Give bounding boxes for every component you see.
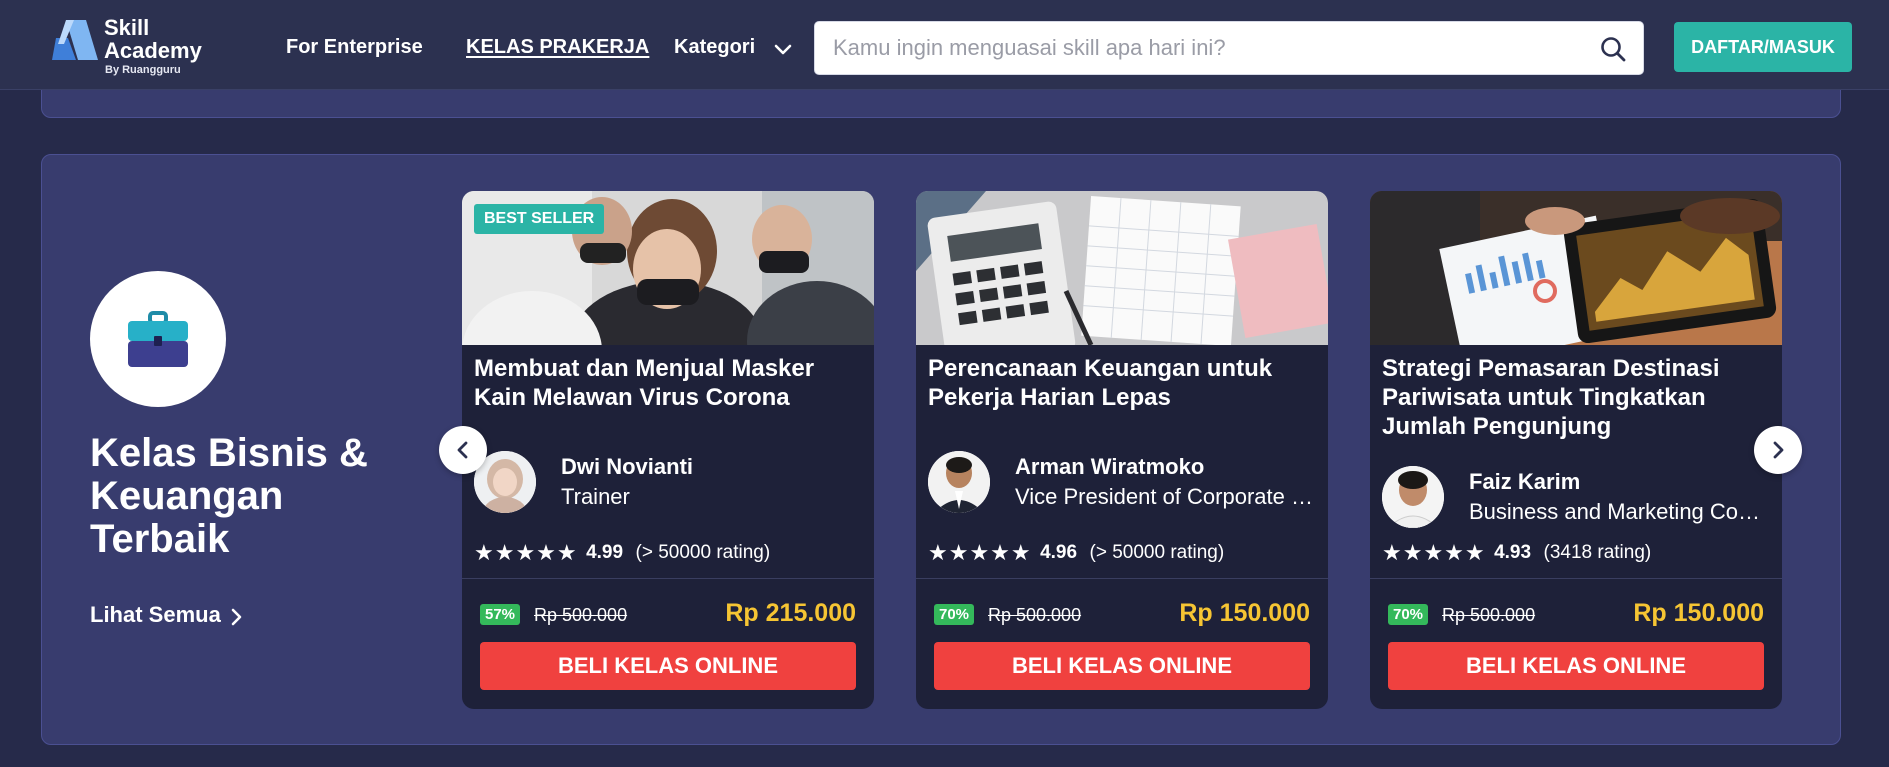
course-card[interactable]: Perencanaan Keuangan untuk Pekerja Haria…: [916, 191, 1328, 709]
top-navbar: Skill Academy By Ruangguru For Enterpris…: [0, 0, 1889, 90]
carousel-next-button[interactable]: [1754, 426, 1802, 474]
trainer-role: Business and Marketing Consultant: [1469, 499, 1771, 524]
rating-row: ★★★★★ 4.93 (3418 rating): [1382, 540, 1774, 566]
discounted-price: Rp 215.000: [725, 599, 856, 627]
register-login-button[interactable]: DAFTAR/MASUK: [1674, 22, 1852, 72]
rating-score: 4.99: [586, 542, 624, 563]
card-divider: [916, 578, 1328, 579]
trainer-avatar: [1382, 466, 1444, 528]
rating-row: ★★★★★ 4.99 (> 50000 rating): [474, 540, 866, 566]
carousel-prev-button[interactable]: [439, 426, 487, 474]
buy-course-button[interactable]: BELI KELAS ONLINE: [1388, 642, 1764, 690]
course-thumbnail-marketing: [1370, 191, 1782, 345]
original-price: Rp 500.000: [534, 605, 628, 625]
chevron-down-icon[interactable]: [772, 38, 794, 60]
discount-badge: 70%: [1388, 604, 1429, 625]
skill-academy-logo[interactable]: Skill Academy By Ruangguru: [52, 16, 217, 80]
discount-badge: 57%: [480, 604, 521, 625]
best-seller-badge: BEST SELLER: [474, 204, 605, 234]
course-thumbnail-calculator: [916, 191, 1328, 345]
rating-stars-icon: ★★★★★: [474, 540, 578, 565]
logo-line-academy: Academy: [104, 38, 202, 63]
rating-count: (> 50000 rating): [1089, 542, 1225, 563]
course-title[interactable]: Strategi Pemasaran Destinasi Pariwisata …: [1382, 354, 1774, 441]
trainer-name: Faiz Karim: [1469, 469, 1581, 494]
original-price: Rp 500.000: [988, 605, 1082, 625]
nav-kategori[interactable]: Kategori: [674, 36, 755, 59]
card-divider: [1370, 578, 1782, 579]
chevron-right-icon: [1773, 441, 1784, 459]
original-price: Rp 500.000: [1442, 605, 1536, 625]
logo-subtitle: By Ruangguru: [105, 64, 181, 76]
chevron-left-icon: [457, 441, 468, 459]
card-divider: [462, 578, 874, 579]
search-input[interactable]: [833, 22, 1593, 74]
discounted-price: Rp 150.000: [1179, 599, 1310, 627]
course-card[interactable]: BEST SELLER Membuat dan Menjual Masker K…: [462, 191, 874, 709]
nav-kelas-prakerja[interactable]: KELAS PRAKERJA: [466, 36, 649, 59]
course-title[interactable]: Perencanaan Keuangan untuk Pekerja Haria…: [928, 354, 1320, 412]
rating-row: ★★★★★ 4.96 (> 50000 rating): [928, 540, 1320, 566]
chevron-right-icon[interactable]: [227, 605, 247, 629]
buy-course-button[interactable]: BELI KELAS ONLINE: [934, 642, 1310, 690]
trainer-name: Arman Wiratmoko: [1015, 454, 1205, 479]
search-icon[interactable]: [1599, 35, 1627, 63]
briefcase-icon: [128, 311, 188, 367]
search-bar: [814, 21, 1644, 75]
logo-mark-icon: [52, 20, 98, 60]
logo-wordmark: Skill Academy: [104, 16, 202, 62]
rating-score: 4.93: [1494, 542, 1532, 563]
logo-line-skill: Skill: [104, 15, 150, 40]
buy-course-button[interactable]: BELI KELAS ONLINE: [480, 642, 856, 690]
rating-count: (> 50000 rating): [635, 542, 771, 563]
trainer-avatar: [928, 451, 990, 513]
discounted-price: Rp 150.000: [1633, 599, 1764, 627]
rating-stars-icon: ★★★★★: [1382, 540, 1486, 565]
section-title: Kelas Bisnis & Keuangan Terbaik: [90, 431, 368, 561]
rating-stars-icon: ★★★★★: [928, 540, 1032, 565]
category-icon-circle: [90, 271, 226, 407]
see-all-link[interactable]: Lihat Semua: [90, 602, 221, 628]
course-title[interactable]: Membuat dan Menjual Masker Kain Melawan …: [474, 354, 866, 412]
rating-count: (3418 rating): [1543, 542, 1652, 563]
rating-score: 4.96: [1040, 542, 1078, 563]
nav-for-enterprise[interactable]: For Enterprise: [286, 36, 423, 59]
course-card[interactable]: Strategi Pemasaran Destinasi Pariwisata …: [1370, 191, 1782, 709]
discount-badge: 70%: [934, 604, 975, 625]
trainer-role: Vice President of Corporate Finance: [1015, 484, 1317, 509]
trainer-name: Dwi Novianti: [561, 454, 694, 479]
trainer-role: Trainer: [561, 484, 630, 509]
